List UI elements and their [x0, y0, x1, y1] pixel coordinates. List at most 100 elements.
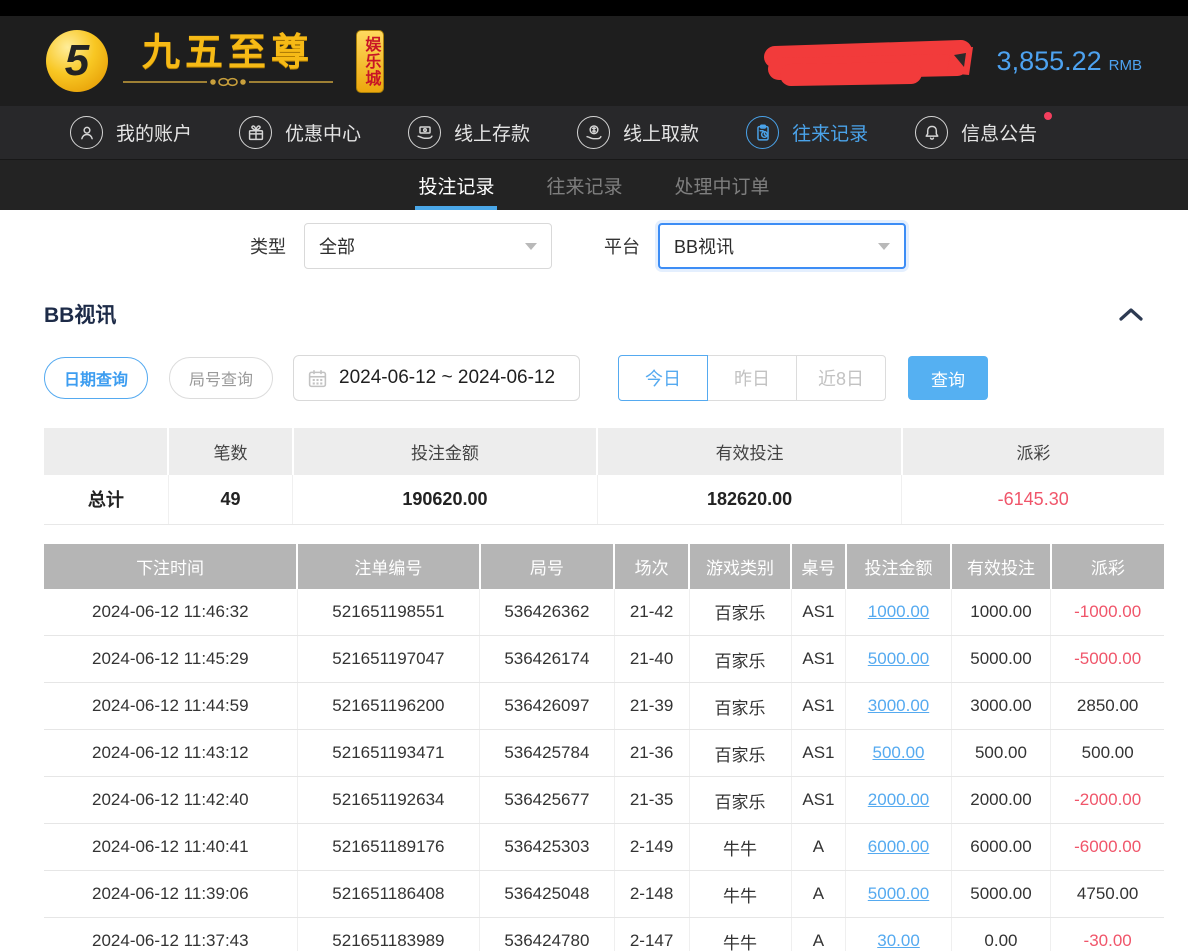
type-select-value: 全部 [319, 233, 355, 259]
bet-column-header: 注单编号 [297, 544, 480, 589]
summary-total-value: -6145.30 [902, 475, 1164, 524]
bet-column-header: 桌号 [791, 544, 846, 589]
table-id-cell: AS1 [791, 589, 846, 636]
order-id-cell: 521651196200 [297, 683, 480, 730]
nav-bar: 我的账户 优惠中心 线上存款 线上取款 往来记录 信息公告 [0, 106, 1188, 160]
valid-bet-cell: 1000.00 [951, 589, 1051, 636]
date-range-input[interactable]: 2024-06-12 ~ 2024-06-12 [293, 355, 580, 401]
brand-badge: 娱乐城 [356, 30, 384, 93]
summary-header-row: 笔数投注金额有效投注派彩 [44, 428, 1164, 475]
platform-filter-label: 平台 [604, 233, 640, 259]
collapse-section-button[interactable] [1118, 306, 1144, 322]
section-head: BB视讯 [44, 299, 1144, 329]
nav-item-withdraw[interactable]: 线上取款 [577, 116, 699, 149]
bet-column-header: 有效投注 [951, 544, 1051, 589]
tab-bar: 投注记录往来记录处理中订单 [0, 160, 1188, 210]
brand-block: 九五至尊 [123, 33, 333, 90]
date-query-button[interactable]: 日期查询 [44, 357, 148, 399]
bet-amount-link[interactable]: 1000.00 [846, 589, 951, 636]
bell-icon [915, 116, 948, 149]
table-id-cell: A [791, 824, 846, 871]
bet-time-cell: 2024-06-12 11:39:06 [44, 871, 297, 918]
summary-column-header: 笔数 [168, 428, 292, 475]
order-id-cell: 521651193471 [297, 730, 480, 777]
table-id-cell: A [791, 918, 846, 951]
game-type-cell: 牛牛 [689, 871, 791, 918]
order-id-cell: 521651192634 [297, 777, 480, 824]
bet-column-header: 局号 [480, 544, 614, 589]
deposit-icon [408, 116, 441, 149]
nav-item-user[interactable]: 我的账户 [70, 116, 192, 149]
bet-amount-link[interactable]: 30.00 [846, 918, 951, 951]
valid-bet-cell: 6000.00 [951, 824, 1051, 871]
bet-amount-link[interactable]: 6000.00 [846, 824, 951, 871]
bet-column-header: 派彩 [1051, 544, 1164, 589]
records-icon [746, 116, 779, 149]
valid-bet-cell: 2000.00 [951, 777, 1051, 824]
session-cell: 21-36 [614, 730, 689, 777]
quick-range-button[interactable]: 今日 [618, 355, 708, 401]
bet-records-table: 下注时间注单编号局号场次游戏类别桌号投注金额有效投注派彩 2024-06-12 … [44, 544, 1164, 951]
tab-3[interactable]: 处理中订单 [672, 160, 773, 210]
platform-select[interactable]: BB视讯 [658, 223, 906, 269]
nav-item-records[interactable]: 往来记录 [746, 116, 868, 149]
payout-cell: -1000.00 [1051, 589, 1164, 636]
nav-item-label: 线上存款 [454, 119, 530, 146]
bet-amount-link[interactable]: 5000.00 [846, 636, 951, 683]
section-title: BB视讯 [44, 299, 116, 329]
payout-cell: -2000.00 [1051, 777, 1164, 824]
search-button[interactable]: 查询 [908, 356, 988, 400]
platform-select-value: BB视讯 [674, 233, 734, 259]
chevron-down-icon [525, 243, 537, 250]
table-row: 2024-06-12 11:46:32521651198551536426362… [44, 589, 1164, 636]
bet-amount-link[interactable]: 3000.00 [846, 683, 951, 730]
nav-item-bell[interactable]: 信息公告 [915, 116, 1037, 149]
session-cell: 2-147 [614, 918, 689, 951]
payout-cell: 4750.00 [1051, 871, 1164, 918]
table-row: 2024-06-12 11:37:43521651183989536424780… [44, 918, 1164, 951]
type-filter-label: 类型 [250, 233, 286, 259]
payout-cell: -30.00 [1051, 918, 1164, 951]
valid-bet-cell: 500.00 [951, 730, 1051, 777]
round-query-button[interactable]: 局号查询 [169, 357, 273, 399]
table-row: 2024-06-12 11:40:41521651189176536425303… [44, 824, 1164, 871]
bet-time-cell: 2024-06-12 11:42:40 [44, 777, 297, 824]
quick-range-button[interactable]: 近8日 [796, 355, 886, 401]
bet-time-cell: 2024-06-12 11:43:12 [44, 730, 297, 777]
round-id-cell: 536425784 [480, 730, 614, 777]
payout-cell: -5000.00 [1051, 636, 1164, 683]
bet-amount-link[interactable]: 500.00 [846, 730, 951, 777]
nav-item-gift[interactable]: 优惠中心 [239, 116, 361, 149]
bet-time-cell: 2024-06-12 11:40:41 [44, 824, 297, 871]
summary-total-label: 总计 [44, 475, 168, 524]
summary-column-header: 派彩 [902, 428, 1164, 475]
brand-logo[interactable]: 5 九五至尊 娱乐城 [46, 30, 421, 93]
bet-time-cell: 2024-06-12 11:44:59 [44, 683, 297, 730]
session-cell: 21-39 [614, 683, 689, 730]
nav-item-label: 往来记录 [792, 119, 868, 146]
tab-1[interactable]: 投注记录 [415, 160, 497, 210]
brand-name: 九五至尊 [142, 33, 314, 75]
query-bar: 日期查询 局号查询 2024-06-12 ~ 2024-06-12 今日昨日近8… [44, 355, 1144, 401]
nav-item-deposit[interactable]: 线上存款 [408, 116, 530, 149]
session-cell: 2-148 [614, 871, 689, 918]
game-type-cell: 百家乐 [689, 683, 791, 730]
game-type-cell: 百家乐 [689, 730, 791, 777]
quick-range-button[interactable]: 昨日 [707, 355, 797, 401]
bet-amount-link[interactable]: 2000.00 [846, 777, 951, 824]
type-select[interactable]: 全部 [304, 223, 552, 269]
summary-total-row: 总计49190620.00182620.00-6145.30 [44, 475, 1164, 524]
bet-amount-link[interactable]: 5000.00 [846, 871, 951, 918]
summary-column-header: 有效投注 [597, 428, 902, 475]
order-id-cell: 521651189176 [297, 824, 480, 871]
tab-2[interactable]: 往来记录 [543, 160, 625, 210]
session-cell: 21-42 [614, 589, 689, 636]
valid-bet-cell: 3000.00 [951, 683, 1051, 730]
bet-time-cell: 2024-06-12 11:46:32 [44, 589, 297, 636]
redacted-username [761, 35, 983, 87]
round-id-cell: 536425303 [480, 824, 614, 871]
nav-item-label: 我的账户 [116, 119, 192, 146]
chevron-down-icon [878, 243, 890, 250]
table-row: 2024-06-12 11:43:12521651193471536425784… [44, 730, 1164, 777]
table-id-cell: AS1 [791, 730, 846, 777]
